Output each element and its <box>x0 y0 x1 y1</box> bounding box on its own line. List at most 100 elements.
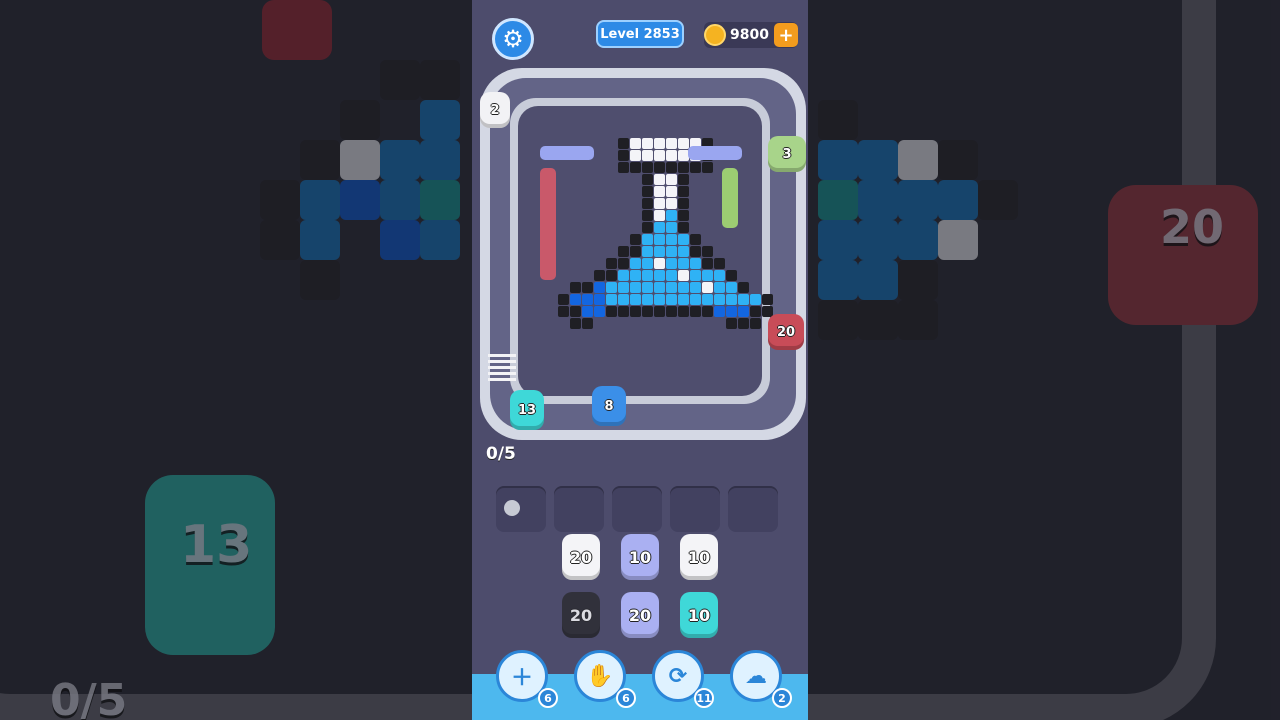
queue-pig[interactable]: 20 <box>562 534 600 580</box>
coin-icon <box>704 24 726 46</box>
pixel-block <box>642 234 653 245</box>
queue-pig[interactable]: 20 <box>621 592 659 638</box>
coin-counter: 9800 + <box>704 22 798 48</box>
pixel-block <box>594 306 605 317</box>
pixel-block <box>582 282 593 293</box>
pixel-block <box>678 282 689 293</box>
slot[interactable] <box>612 486 662 532</box>
booster-count: 6 <box>616 688 636 708</box>
pig-right-top[interactable]: 3 <box>768 136 806 172</box>
pixel-block <box>654 174 665 185</box>
pixel-block <box>654 270 665 281</box>
pixel-block <box>702 282 713 293</box>
queue-pig[interactable]: 10 <box>680 534 718 580</box>
pixel-block <box>630 282 641 293</box>
holding-slots <box>496 486 778 532</box>
pixel-block <box>642 222 653 233</box>
pixel-block <box>666 234 677 245</box>
pixel-block <box>642 246 653 257</box>
pixel-block <box>690 270 701 281</box>
queue-pig[interactable]: 10 <box>621 534 659 580</box>
pixel-block <box>642 294 653 305</box>
pixel-block <box>678 138 689 149</box>
gear-icon[interactable]: ⚙ <box>492 18 534 60</box>
pixel-block <box>678 258 689 269</box>
pixel-block <box>666 174 677 185</box>
pixel-block <box>690 282 701 293</box>
pixel-block <box>594 294 605 305</box>
pixel-block <box>618 294 629 305</box>
pixel-block <box>570 294 581 305</box>
queue-pig[interactable]: 10 <box>680 592 718 638</box>
pixel-block <box>654 150 665 161</box>
pixel-block <box>654 210 665 221</box>
pixel-block <box>570 318 581 329</box>
pig-bottom[interactable]: 8 <box>592 386 626 426</box>
pixel-block <box>594 282 605 293</box>
pixel-block <box>678 270 689 281</box>
pixel-block <box>618 282 629 293</box>
pixel-block <box>630 162 641 173</box>
slot[interactable] <box>728 486 778 532</box>
pixel-block <box>618 246 629 257</box>
add-coins-button[interactable]: + <box>774 23 798 47</box>
game-screen: ⚙ Level 2853 9800 + 2 3 20 13 8 0/5 20 1… <box>472 0 808 720</box>
pixel-block <box>726 270 737 281</box>
pixel-block <box>642 210 653 221</box>
pixel-block <box>630 246 641 257</box>
pixel-block <box>726 282 737 293</box>
pixel-block <box>750 294 761 305</box>
background-left: 13 0/5 <box>0 0 472 720</box>
pixel-block <box>570 306 581 317</box>
level-badge: Level 2853 <box>596 20 684 48</box>
pixel-block <box>714 270 725 281</box>
pixel-block <box>762 294 773 305</box>
pixel-block <box>666 306 677 317</box>
pixel-block <box>678 246 689 257</box>
pixel-block <box>582 294 593 305</box>
pixel-block <box>702 306 713 317</box>
pixel-block <box>654 234 665 245</box>
pixel-block <box>654 198 665 209</box>
pig-top-left[interactable]: 2 <box>480 92 510 128</box>
pig-right[interactable]: 20 <box>768 314 804 350</box>
pixel-block <box>690 294 701 305</box>
pixel-block <box>678 234 689 245</box>
pixel-block <box>678 174 689 185</box>
pixel-block <box>726 294 737 305</box>
pixel-block <box>642 282 653 293</box>
red-pipe <box>540 168 556 280</box>
pixel-block <box>678 306 689 317</box>
pixel-block <box>666 138 677 149</box>
queue-pig[interactable]: 20 <box>562 592 600 638</box>
pixel-block <box>642 198 653 209</box>
pixel-block <box>618 306 629 317</box>
pixel-block <box>618 258 629 269</box>
pixel-block <box>690 162 701 173</box>
pixel-block <box>582 318 593 329</box>
pixel-block <box>714 282 725 293</box>
exit-stripes <box>488 354 516 384</box>
pixel-block <box>738 282 749 293</box>
pixel-block <box>618 150 629 161</box>
pixel-block <box>618 138 629 149</box>
pixel-block <box>570 282 581 293</box>
pixel-block <box>618 162 629 173</box>
slot-dot <box>504 500 520 516</box>
pixel-block <box>702 258 713 269</box>
pixel-block <box>666 222 677 233</box>
pixel-block <box>654 282 665 293</box>
pixel-block <box>666 186 677 197</box>
pixel-block <box>642 174 653 185</box>
pixel-block <box>690 306 701 317</box>
booster-count: 2 <box>772 688 792 708</box>
slot[interactable] <box>670 486 720 532</box>
slot[interactable] <box>496 486 546 532</box>
pixel-block <box>618 270 629 281</box>
green-pipe <box>722 168 738 228</box>
slot[interactable] <box>554 486 604 532</box>
pixel-block <box>654 162 665 173</box>
game-board: 2 3 20 13 8 <box>480 68 806 440</box>
pig-bottom-left[interactable]: 13 <box>510 390 544 430</box>
pixel-block <box>606 294 617 305</box>
